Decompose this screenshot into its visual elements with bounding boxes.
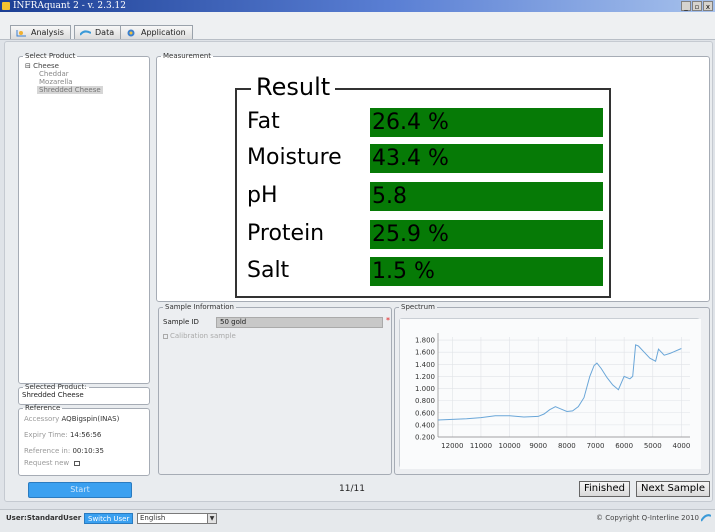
app-icon — [2, 2, 10, 10]
y-tick-label: 0.800 — [415, 397, 435, 405]
reference-in-value: 00:10:35 — [72, 447, 104, 455]
tab-bar: Analysis Data Application — [0, 12, 715, 40]
company-logo-icon — [701, 514, 711, 522]
application-icon — [127, 29, 135, 37]
restore-button[interactable]: ▫ — [692, 1, 702, 11]
result-value-protein: 25.9 % — [370, 220, 603, 249]
close-button[interactable]: x — [703, 1, 713, 11]
y-tick-label: 1.600 — [415, 349, 435, 357]
window-title: INFRAquant 2 - v. 2.3.12 — [13, 1, 127, 11]
data-icon — [80, 30, 91, 36]
window-controls: _ ▫ x — [681, 1, 713, 11]
switch-user-button[interactable]: Switch User — [84, 513, 134, 524]
analysis-icon — [16, 30, 26, 37]
y-tick-label: 1.000 — [415, 385, 435, 393]
copyright-text: © Copyright Q-Interline 2010 — [596, 514, 699, 522]
x-tick-label: 9000 — [529, 442, 547, 450]
status-bar: User:StandardUser Switch User English ▼ … — [0, 509, 715, 532]
language-select[interactable]: English ▼ — [137, 513, 217, 524]
result-label-ph: pH — [247, 183, 278, 208]
calibration-checkbox[interactable] — [163, 333, 168, 339]
required-mark: * — [386, 316, 390, 325]
select-product-panel: Select Product ⊟ Cheese Cheddar Mozarell… — [18, 52, 150, 384]
y-tick-label: 1.400 — [415, 361, 435, 369]
result-value-ph: 5.8 — [370, 182, 603, 211]
y-tick-label: 0.400 — [415, 421, 435, 429]
y-tick-label: 0.200 — [415, 434, 435, 442]
x-tick-label: 10000 — [498, 442, 520, 450]
tree-item-cheddar[interactable]: Cheddar — [25, 70, 143, 78]
next-sample-button[interactable]: Next Sample — [636, 481, 710, 497]
finished-button[interactable]: Finished — [579, 481, 630, 497]
title-bar: INFRAquant 2 - v. 2.3.12 _ ▫ x — [0, 0, 715, 12]
tab-analysis[interactable]: Analysis — [10, 25, 71, 39]
y-tick-label: 0.600 — [415, 409, 435, 417]
result-label-salt: Salt — [247, 258, 290, 283]
result-label-protein: Protein — [247, 221, 325, 246]
tree-root-cheese[interactable]: ⊟ Cheese — [25, 62, 143, 70]
x-tick-label: 6000 — [615, 442, 633, 450]
minimize-button[interactable]: _ — [681, 1, 691, 11]
current-user: User:StandardUser — [6, 514, 82, 522]
result-title: Result — [251, 72, 336, 102]
chevron-down-icon: ▼ — [207, 514, 216, 523]
select-product-legend: Select Product — [25, 52, 76, 60]
request-new-label: Request new — [24, 459, 70, 467]
tab-label: Application — [141, 28, 186, 37]
reference-panel: Reference Accessory AQBigspin(INAS) Expi… — [18, 404, 150, 476]
selected-product-panel: Selected Product: Shredded Cheese — [18, 383, 150, 405]
spectrum-chart: 1.800 1.600 1.400 1.200 1.000 0.800 0.600 0.400… — [400, 319, 701, 469]
request-new-checkbox[interactable] — [74, 460, 81, 466]
measurement-legend: Measurement — [163, 52, 212, 60]
x-tick-label: 4000 — [672, 442, 690, 450]
result-value-salt: 1.5 % — [370, 257, 603, 286]
y-tick-label: 1.200 — [415, 373, 435, 381]
tree-item-shredded-cheese[interactable]: Shredded Cheese — [37, 86, 103, 94]
accessory-row: Accessory AQBigspin(INAS) — [19, 412, 149, 425]
x-tick-label: 8000 — [558, 442, 576, 450]
spectrum-legend: Spectrum — [401, 303, 435, 311]
expiry-row: Expiry Time: 14:56:56 — [19, 425, 149, 441]
reference-in-row: Reference in: 00:10:35 — [19, 441, 149, 457]
tree-item-mozarella[interactable]: Mozarella — [25, 78, 143, 86]
tab-application[interactable]: Application — [120, 25, 193, 39]
calibration-sample-row[interactable]: Calibration sample — [163, 332, 236, 340]
expiry-label: Expiry Time: — [24, 431, 68, 439]
y-tick-label: 1.800 — [415, 337, 435, 345]
sample-id-input[interactable]: 50 gold — [216, 317, 383, 328]
tab-label: Analysis — [31, 28, 64, 37]
sample-progress: 11/11 — [339, 484, 365, 494]
selected-product-value: Shredded Cheese — [22, 391, 84, 399]
result-label-fat: Fat — [247, 109, 280, 134]
result-label-moisture: Moisture — [247, 145, 342, 170]
accessory-label: Accessory — [24, 415, 60, 423]
start-button[interactable]: Start — [28, 482, 132, 498]
x-tick-label: 11000 — [470, 442, 492, 450]
calibration-label: Calibration sample — [170, 332, 236, 340]
x-tick-label: 7000 — [587, 442, 605, 450]
language-value: English — [140, 514, 166, 522]
accessory-value: AQBigspin(INAS) — [61, 415, 120, 423]
selected-product-legend: Selected Product: — [25, 383, 87, 391]
expiry-value: 14:56:56 — [69, 431, 102, 439]
sample-information-panel: Sample Information — [158, 303, 392, 475]
reference-legend: Reference — [25, 404, 61, 412]
result-value-fat: 26.4 % — [370, 108, 603, 137]
tab-data[interactable]: Data — [74, 25, 122, 39]
request-new-row[interactable]: Request new — [19, 457, 149, 469]
result-value-moisture: 43.4 % — [370, 144, 603, 173]
reference-in-label: Reference in: — [24, 447, 71, 455]
tab-label: Data — [95, 28, 115, 37]
spectrum-chart-area: 1.800 1.600 1.400 1.200 1.000 0.800 0.600 0.400… — [399, 318, 701, 469]
product-tree: ⊟ Cheese Cheddar Mozarella Shredded Chee… — [19, 60, 149, 96]
x-tick-label: 12000 — [441, 442, 463, 450]
sample-id-label: Sample ID — [163, 318, 199, 326]
sample-information-legend: Sample Information — [165, 303, 234, 311]
x-tick-label: 5000 — [644, 442, 662, 450]
